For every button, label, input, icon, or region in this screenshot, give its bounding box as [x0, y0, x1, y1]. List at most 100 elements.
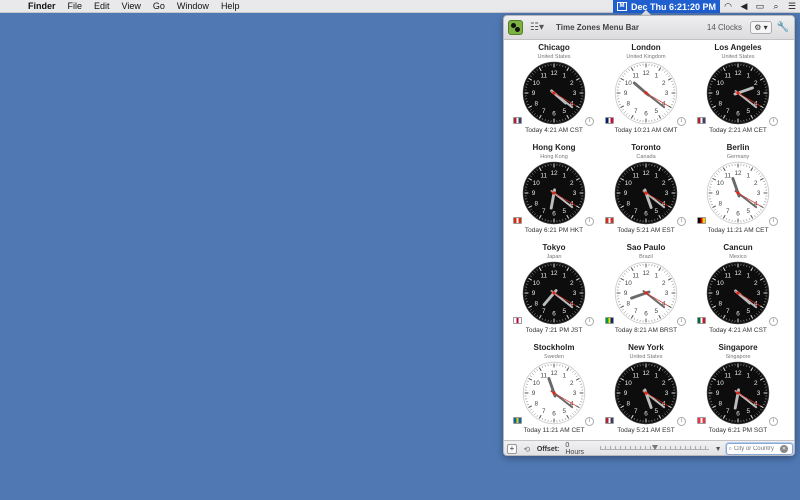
country-name: Canada	[636, 154, 656, 160]
clock-cell[interactable]: Tokyo Japan 1 2 3 4 5 6 7 8 9 10 11 12 i Today 7:21 PM …	[508, 240, 600, 340]
notification-center-icon[interactable]: ☰	[784, 1, 800, 12]
city-name: Tokyo	[542, 243, 566, 252]
menu-file[interactable]: File	[62, 0, 89, 13]
menu-view[interactable]: View	[116, 0, 147, 13]
local-time-text: Today 6:21 PM HKT	[524, 227, 584, 234]
city-name: New York	[628, 343, 664, 352]
clock-numeral: 10	[625, 80, 633, 87]
clock-numeral: 9	[624, 290, 628, 297]
menu-window[interactable]: Window	[171, 0, 215, 13]
clock-numeral: 5	[654, 108, 658, 115]
clock-numeral: 9	[532, 290, 536, 297]
country-name: Singapore	[725, 354, 751, 360]
info-icon[interactable]: i	[585, 117, 594, 126]
info-icon[interactable]: i	[769, 217, 778, 226]
clock-cell[interactable]: Sao Paulo Brazil 1 2 3 4 5 6 7 8 9 10 11 12 i Today 8:2…	[600, 240, 692, 340]
local-time-text: Today 8:21 AM BRST	[614, 327, 678, 334]
wifi-icon[interactable]: ◠	[720, 1, 736, 12]
info-icon[interactable]: i	[585, 217, 594, 226]
clear-search-icon[interactable]: ✕	[779, 445, 788, 453]
clock-numeral: 12	[550, 70, 558, 77]
clock-numeral: 6	[552, 111, 556, 118]
gear-menu-button[interactable]: ⚙ ▾	[750, 21, 772, 34]
clock-numeral: 10	[625, 280, 633, 287]
clock-cell[interactable]: Chicago United States 1 2 3 4 5 6 7 8 9 10 11 12 i Toda…	[508, 40, 600, 140]
clock-numeral: 1	[746, 373, 750, 380]
clock-cell[interactable]: Los Angeles United States 1 2 3 4 5 6 7 8 9 10 11 12 i…	[692, 40, 784, 140]
country-flag-icon	[513, 317, 522, 324]
info-icon[interactable]: i	[677, 317, 686, 326]
info-icon[interactable]: i	[769, 117, 778, 126]
city-name: Berlin	[726, 143, 750, 152]
clock-numeral: 11	[724, 373, 731, 380]
clock-numeral: 2	[754, 180, 758, 187]
info-icon[interactable]: i	[677, 217, 686, 226]
clock-numeral: 8	[626, 100, 630, 107]
history-icon[interactable]: ⟲	[521, 445, 533, 454]
clock-hub	[736, 91, 740, 95]
clock-cell[interactable]: Toronto Canada 1 2 3 4 5 6 7 8 9 10 11 12 i Today 5:21 …	[600, 140, 692, 240]
clock-numeral: 6	[736, 111, 740, 118]
offset-dropdown-icon[interactable]: ▼	[715, 446, 722, 453]
clock-numeral: 9	[532, 190, 536, 197]
clock-numeral: 10	[625, 380, 633, 387]
clock-numeral: 5	[746, 308, 750, 315]
info-icon[interactable]: i	[677, 117, 686, 126]
clock-cell[interactable]: Hong Kong Hong Kong 1 2 3 4 5 6 7 8 9 10 11 12 i Today …	[508, 140, 600, 240]
spotlight-icon[interactable]: ⌕	[768, 1, 784, 12]
clock-numeral: 1	[746, 273, 750, 280]
offset-slider[interactable]	[599, 445, 709, 453]
clock-numeral: 12	[734, 170, 742, 177]
clock-numeral: 10	[533, 280, 541, 287]
list-view-icon[interactable]: ☷▾	[530, 22, 546, 33]
analog-clock-face: 1234567891011 12	[522, 361, 586, 425]
clock-hub	[644, 291, 648, 295]
time-zones-status-item[interactable]: M Dec Thu 6:21:20 PM	[612, 0, 720, 13]
clock-cell[interactable]: Cancun Mexico 1 2 3 4 5 6 7 8 9 10 11 12 i Today 4:21 A…	[692, 240, 784, 340]
city-search-input[interactable]	[733, 446, 780, 452]
info-icon[interactable]: i	[585, 417, 594, 426]
info-icon[interactable]: i	[677, 417, 686, 426]
country-flag-icon	[513, 217, 522, 224]
clock-numeral: 9	[624, 390, 628, 397]
clock-hub	[736, 191, 740, 195]
info-icon[interactable]: i	[769, 417, 778, 426]
popover-title: Time Zones Menu Bar	[556, 23, 639, 32]
clock-cell[interactable]: Singapore Singapore 1 2 3 4 5 6 7 8 9 10 11 12 i Today …	[692, 340, 784, 440]
clock-numeral: 11	[540, 373, 547, 380]
menu-finder[interactable]: Finder	[22, 0, 62, 13]
clock-hub	[552, 191, 556, 195]
clock-numeral: 7	[726, 108, 730, 115]
clock-cell[interactable]: London United Kingdom 1 2 3 4 5 6 7 8 9 10 11 12 i Toda…	[600, 40, 692, 140]
add-clock-button[interactable]: +	[507, 444, 517, 454]
clock-numeral: 8	[534, 300, 538, 307]
city-search-field[interactable]: ⌕ ✕	[725, 443, 793, 455]
menu-go[interactable]: Go	[147, 0, 171, 13]
clock-cell[interactable]: New York United States 1 2 3 4 5 6 7 8 9 10 11 12 i Tod…	[600, 340, 692, 440]
menu-edit[interactable]: Edit	[88, 0, 116, 13]
slider-knob[interactable]	[651, 445, 658, 450]
battery-icon[interactable]: ▭	[752, 1, 768, 12]
analog-clock-face: 1234567891011 12	[522, 61, 586, 125]
country-name: Mexico	[729, 254, 747, 260]
clock-numeral: 8	[534, 100, 538, 107]
clock-cell[interactable]: Stockholm Sweden 1 2 3 4 5 6 7 8 9 10 11 12 i Today 11:…	[508, 340, 600, 440]
clock-numeral: 8	[718, 200, 722, 207]
clock-numeral: 10	[717, 380, 725, 387]
clock-numeral: 9	[716, 90, 720, 97]
menu-help[interactable]: Help	[215, 0, 246, 13]
city-name: Hong Kong	[532, 143, 576, 152]
info-icon[interactable]: i	[769, 317, 778, 326]
wrench-icon[interactable]: 🔧	[776, 22, 790, 33]
info-icon[interactable]: i	[585, 317, 594, 326]
clock-numeral: 11	[540, 73, 547, 80]
clock-numeral: 1	[746, 173, 750, 180]
clock-cell[interactable]: Berlin Germany 1 2 3 4 5 6 7 8 9 10 11 12 i Today 11:21…	[692, 140, 784, 240]
clock-numeral: 3	[757, 190, 761, 197]
analog-clock-face: 1234567891011 12	[614, 361, 678, 425]
local-time-text: Today 11:21 AM CET	[707, 227, 769, 234]
volume-icon[interactable]: ◀︎	[736, 1, 752, 12]
clock-numeral: 12	[642, 270, 650, 277]
clock-numeral: 5	[654, 308, 658, 315]
clock-numeral: 1	[654, 373, 658, 380]
